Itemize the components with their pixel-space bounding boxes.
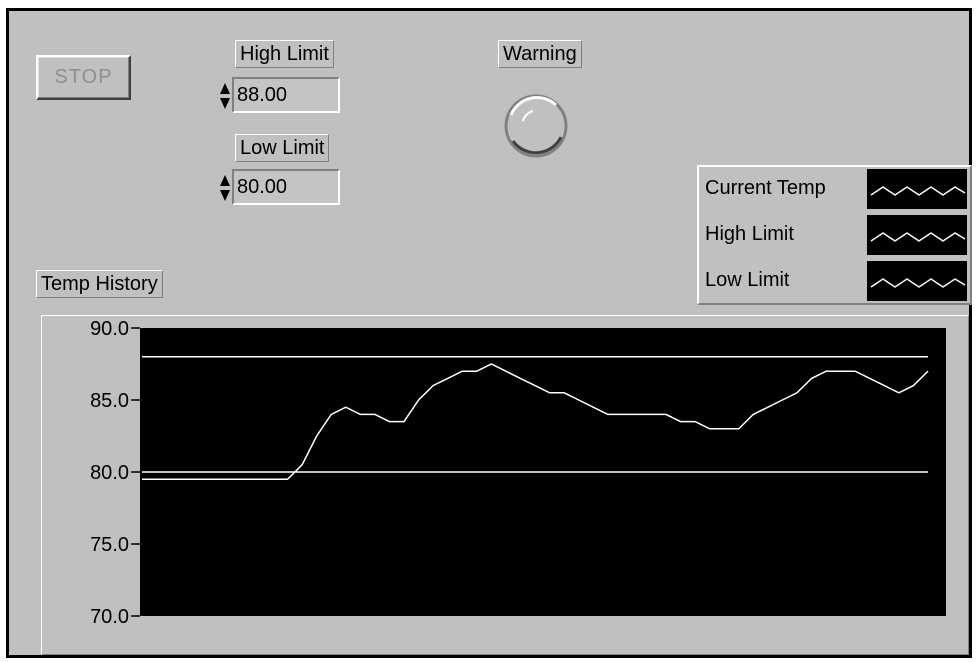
y-tick-label: 70.0	[90, 606, 129, 628]
high-limit-input[interactable]: 88.00	[232, 77, 340, 113]
y-tick-label: 90.0	[90, 318, 129, 340]
low-limit-stepper[interactable]	[219, 173, 231, 203]
y-tick-label: 80.0	[90, 462, 129, 484]
increment-arrow-icon[interactable]	[220, 175, 230, 186]
legend-label-current-temp: Current Temp	[705, 177, 826, 199]
legend-swatch-low-limit[interactable]	[867, 261, 967, 301]
temp-history-chart[interactable]: 90.0 85.0 80.0 75.0 70.0	[41, 315, 969, 655]
front-panel: STOP High Limit 88.00 Low Limit 80.00 Wa…	[6, 8, 972, 658]
legend-swatch-current-temp[interactable]	[867, 169, 967, 209]
high-limit-stepper[interactable]	[219, 81, 231, 111]
legend-label-low-limit: Low Limit	[705, 269, 790, 291]
low-limit-input[interactable]: 80.00	[232, 169, 340, 205]
stop-button[interactable]: STOP	[36, 55, 131, 100]
y-tick-label: 75.0	[90, 534, 129, 556]
low-limit-label: Low Limit	[235, 134, 330, 162]
chart-title: Temp History	[36, 270, 163, 298]
legend-swatch-high-limit[interactable]	[867, 215, 967, 255]
warning-label: Warning	[498, 40, 582, 68]
increment-arrow-icon[interactable]	[220, 83, 230, 94]
decrement-arrow-icon[interactable]	[220, 98, 230, 109]
high-limit-label: High Limit	[235, 40, 334, 68]
decrement-arrow-icon[interactable]	[220, 190, 230, 201]
y-tick-label: 85.0	[90, 390, 129, 412]
legend-label-high-limit: High Limit	[705, 223, 794, 245]
chart-svg: 90.0 85.0 80.0 75.0 70.0	[90, 318, 946, 628]
plot-legend: Current Temp High Limit Low Limit	[697, 165, 972, 305]
warning-led-icon	[504, 94, 568, 158]
